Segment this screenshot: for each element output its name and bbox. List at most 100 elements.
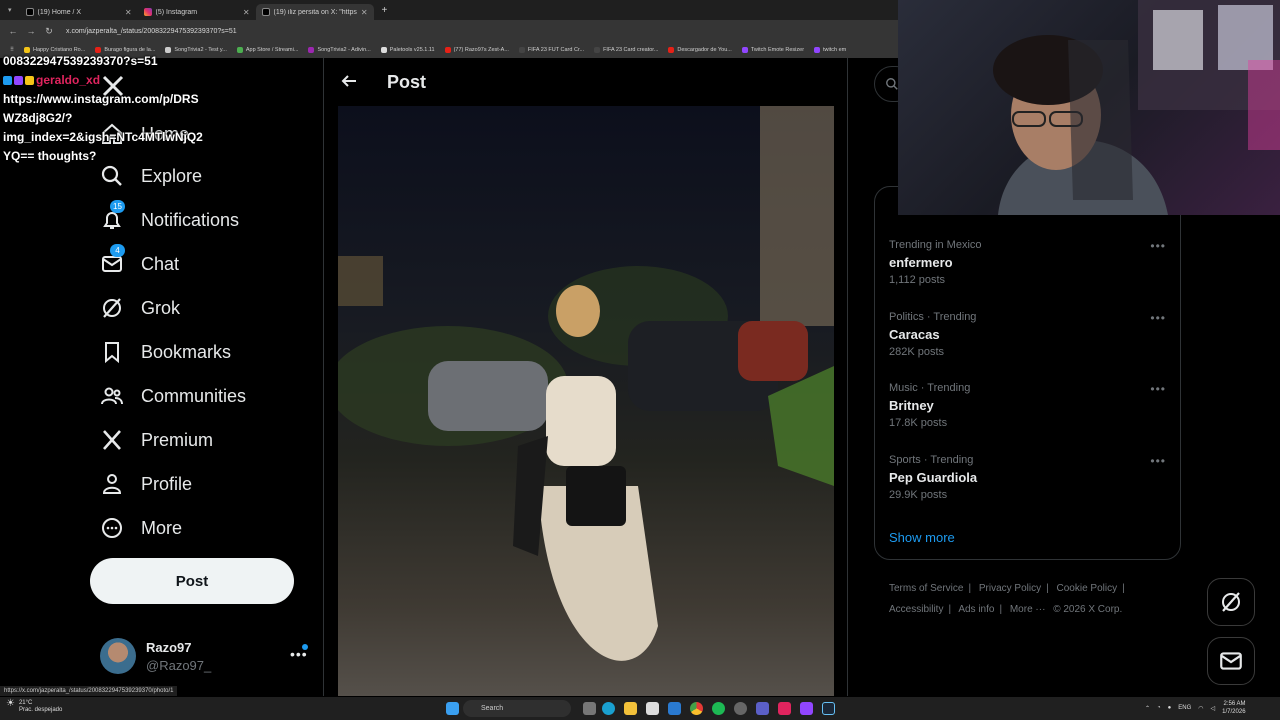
nav-item-communities[interactable]: Communities — [100, 384, 246, 408]
nav-label: Bookmarks — [141, 341, 232, 362]
x-logo-icon — [100, 428, 124, 452]
nav-item-explore[interactable]: Explore — [100, 164, 202, 188]
tab-close-icon[interactable]: ✕ — [361, 8, 368, 17]
nav-label: Communities — [141, 385, 247, 406]
spotify-icon[interactable] — [712, 702, 725, 715]
trend-name: enfermero — [889, 255, 953, 270]
bookmark-label: App Store / Streami... — [245, 47, 299, 53]
twitch-icon[interactable] — [800, 702, 813, 715]
tab-title: (19) Home / X — [37, 8, 82, 16]
page-title: Post — [387, 72, 427, 92]
badge-icon — [14, 76, 23, 86]
mail-app-icon[interactable] — [668, 702, 681, 715]
nav-item-chat[interactable]: 4 Chat — [100, 244, 179, 276]
start-icon[interactable] — [446, 702, 459, 715]
network-icon[interactable]: ◔ — [1157, 705, 1161, 711]
weather-temp: 21°C — [18, 700, 33, 706]
nav-item-grok[interactable]: Grok — [100, 296, 180, 320]
bookmark-favicon-icon — [444, 47, 451, 53]
music-app-icon[interactable] — [778, 702, 791, 715]
teams-icon[interactable] — [756, 702, 769, 715]
footer-link-privacy[interactable]: Privacy Policy — [979, 583, 1041, 594]
footer-link-accessibility[interactable]: Accessibility — [889, 604, 943, 615]
tab-close-icon[interactable]: ✕ — [125, 8, 132, 17]
forward-nav-icon[interactable]: → — [26, 26, 36, 36]
browser-tab-post[interactable]: (19) iliz persita on X: "https://... ✕ — [255, 4, 374, 20]
post-photo[interactable] — [338, 106, 834, 696]
tab-close-icon[interactable]: ✕ — [243, 8, 250, 17]
back-button[interactable] — [338, 70, 360, 92]
bookmark-item[interactable]: Twitch Emote Resizer — [741, 47, 804, 53]
bookmark-item[interactable]: SongTrivia2 - Adivin... — [308, 47, 371, 53]
account-name: Razo97 — [146, 640, 192, 655]
search-icon — [886, 78, 898, 90]
chrome-icon[interactable] — [690, 702, 703, 715]
volume-icon[interactable]: ◁ — [1211, 705, 1216, 712]
grok-floating-button[interactable] — [1207, 578, 1255, 626]
trend-item[interactable]: Sports · Trending Pep Guardiola 29.9K po… — [889, 454, 1174, 501]
windows-taskbar: ☀ 21°C Prac. despejado Search ⌃ ◔ ● ENG … — [0, 697, 1280, 720]
steam-icon[interactable] — [822, 702, 835, 715]
bookmark-item[interactable]: (77) Razo97s Zest-A... — [444, 47, 509, 53]
back-nav-icon[interactable]: ← — [8, 26, 18, 36]
trend-name: Britney — [889, 398, 934, 413]
trend-count: 17.8K posts — [889, 417, 948, 429]
trend-more-icon[interactable]: ••• — [1150, 454, 1166, 468]
clock[interactable]: 2:56 AM 1/7/2026 — [1222, 700, 1245, 716]
bookmark-item[interactable]: App Store / Streami... — [236, 47, 299, 53]
nav-label: Notifications — [141, 209, 240, 230]
nav-item-premium[interactable]: Premium — [100, 428, 213, 452]
taskbar-search[interactable]: Search — [463, 700, 571, 717]
chevron-up-icon[interactable]: ⌃ — [1145, 705, 1150, 712]
browser-tab-home[interactable]: (19) Home / X ✕ — [20, 4, 138, 20]
wifi-icon[interactable]: ◠ — [1198, 705, 1203, 712]
new-tab-icon[interactable]: + — [382, 5, 388, 16]
xbox-icon[interactable] — [734, 702, 747, 715]
store-icon[interactable] — [646, 702, 659, 715]
bookmark-item[interactable]: twitch em — [814, 47, 846, 53]
arrow-left-icon — [341, 75, 356, 87]
weather-icon: ☀ — [6, 698, 15, 709]
messages-floating-button[interactable] — [1207, 637, 1255, 685]
weather-widget[interactable]: ☀ 21°C Prac. despejado — [6, 698, 62, 714]
nav-item-more[interactable]: More — [100, 516, 182, 540]
reload-icon[interactable]: ↻ — [44, 26, 54, 37]
bookmark-item[interactable]: FIFA 23 Card creator... — [594, 47, 658, 53]
language-indicator[interactable]: ENG — [1178, 705, 1191, 711]
footer-link-cookies[interactable]: Cookie Policy — [1057, 583, 1118, 594]
trend-item[interactable]: Music · Trending Britney 17.8K posts ••• — [889, 382, 1174, 429]
show-more-link[interactable]: Show more — [889, 530, 955, 545]
chat-badge: 4 — [110, 244, 125, 257]
trend-item[interactable]: Trending in Mexico enfermero 1,112 posts… — [889, 239, 1174, 286]
mic-icon[interactable]: ● — [1168, 705, 1172, 711]
stream-chat-overlay: 008322947539239370?s=51 geraldo_xd https… — [3, 52, 223, 166]
bookmark-item[interactable]: FIFA 23 FUT Card Cr... — [518, 47, 584, 53]
file-explorer-icon[interactable] — [624, 702, 637, 715]
bookmark-label: SongTrivia2 - Adivin... — [317, 47, 371, 53]
url-input[interactable]: x.com/jazperalta_/status/200832294753923… — [66, 28, 237, 35]
chat-overlay-line: 008322947539239370?s=51 — [3, 54, 158, 68]
bookmark-item[interactable]: Paletools v25.1.11 — [380, 47, 435, 53]
tab-search-icon[interactable]: ▾ — [8, 6, 12, 14]
bookmark-label: Descargador de You... — [677, 47, 732, 53]
trend-more-icon[interactable]: ••• — [1150, 239, 1166, 253]
footer-link-more[interactable]: More ··· — [1010, 604, 1046, 615]
account-switcher[interactable]: Razo97 @Razo97_ ••• — [100, 638, 310, 678]
browser-tab-instagram[interactable]: (5) Instagram ✕ — [138, 4, 256, 20]
bookmark-label: twitch em — [823, 47, 847, 53]
task-view-icon[interactable] — [583, 702, 596, 715]
nav-item-notifications[interactable]: 15 Notifications — [100, 200, 240, 232]
trend-more-icon[interactable]: ••• — [1150, 311, 1166, 325]
nav-label: More — [141, 517, 183, 538]
bookmark-favicon-icon — [814, 47, 821, 53]
bookmark-item[interactable]: Descargador de You... — [668, 47, 732, 53]
trend-more-icon[interactable]: ••• — [1150, 382, 1166, 396]
tab-title: (5) Instagram — [155, 8, 198, 16]
footer-link-ads-info[interactable]: Ads info — [958, 604, 994, 615]
nav-item-bookmarks[interactable]: Bookmarks — [100, 340, 231, 364]
nav-item-profile[interactable]: Profile — [100, 472, 192, 496]
post-button[interactable]: Post — [90, 558, 294, 604]
edge-icon[interactable] — [602, 702, 615, 715]
trend-item[interactable]: Politics · Trending Caracas 282K posts •… — [889, 311, 1174, 358]
footer-link-terms[interactable]: Terms of Service — [889, 583, 963, 594]
